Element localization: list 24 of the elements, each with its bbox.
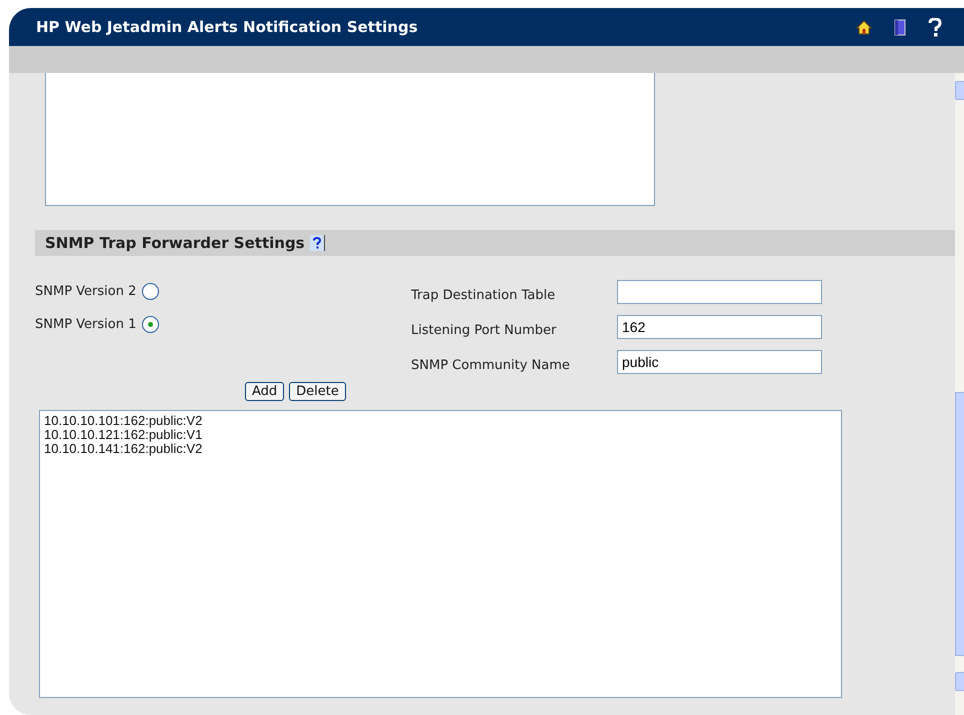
- list-item[interactable]: 10.10.10.141:162:public:V2: [44, 442, 837, 456]
- radio-label: SNMP Version 1: [35, 317, 136, 332]
- radio-button[interactable]: [142, 283, 160, 300]
- delete-button[interactable]: Delete: [289, 382, 346, 401]
- input-field[interactable]: [617, 280, 822, 304]
- scroll-thumb[interactable]: [955, 392, 964, 656]
- field-label: SNMP Community Name: [411, 356, 571, 372]
- add-button[interactable]: Add: [245, 382, 284, 401]
- input-field[interactable]: 162: [617, 315, 822, 339]
- window-title: HP Web Jetadmin Alerts Notification Settings: [36, 18, 419, 36]
- help-icon[interactable]: [310, 235, 325, 251]
- scrollbar[interactable]: [955, 73, 964, 715]
- list-item[interactable]: 10.10.10.121:162:public:V1: [44, 428, 837, 442]
- book-icon[interactable]: [894, 18, 906, 36]
- radio-button[interactable]: [142, 316, 160, 333]
- list-item[interactable]: 10.10.10.101:162:public:V2: [44, 414, 837, 428]
- field-label: Trap Destination Table: [411, 286, 556, 302]
- input-field[interactable]: public: [617, 350, 822, 374]
- radio-label: SNMP Version 2: [35, 284, 136, 299]
- help-icon[interactable]: [928, 18, 942, 36]
- list-box[interactable]: 10.10.10.101:162:public:V2 10.10.10.121:162:public:V1 10.10.10.141:162:public:V2: [39, 410, 842, 698]
- field-label: Listening Port Number: [411, 322, 558, 338]
- home-icon[interactable]: [856, 20, 872, 34]
- section-title: SNMP Trap Forwarder Settings: [45, 234, 305, 252]
